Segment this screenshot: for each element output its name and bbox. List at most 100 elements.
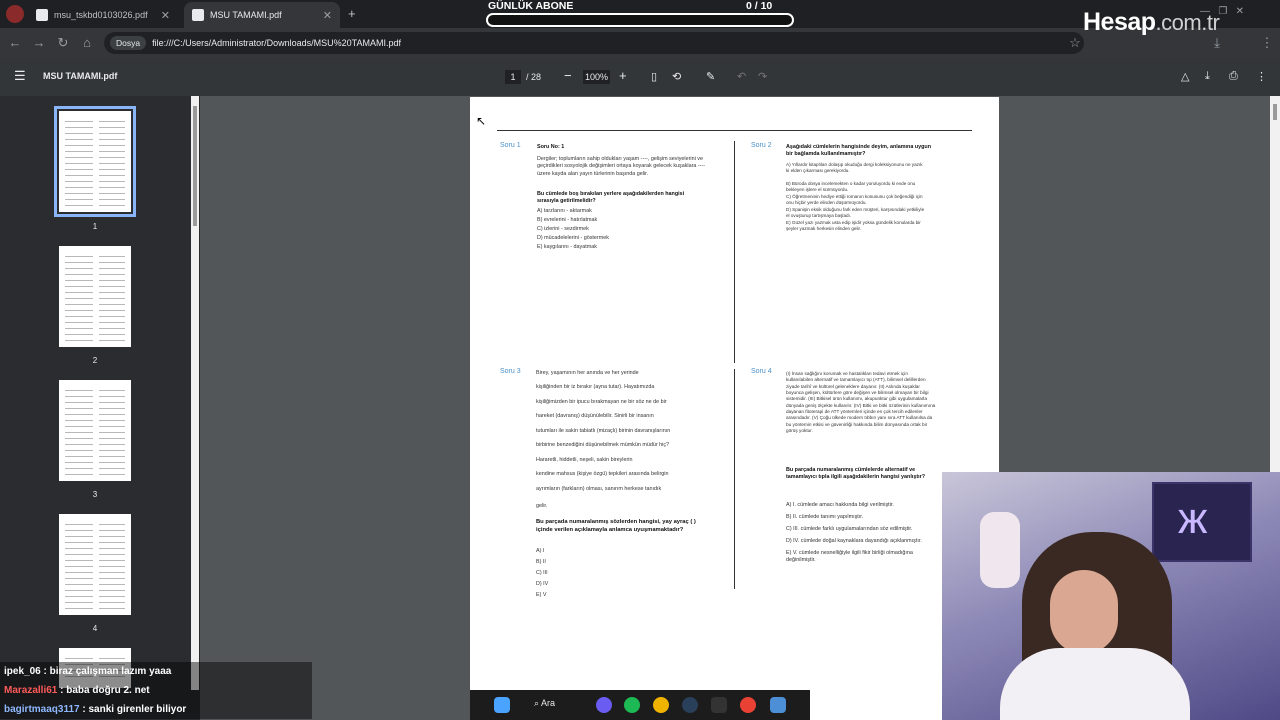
star-icon[interactable]: ☆ (1066, 34, 1084, 52)
thumbnail-text-line (65, 554, 93, 555)
thumbnail-text-line (99, 462, 125, 463)
thumbnail-page[interactable] (59, 380, 131, 481)
thumbnail-text-line (65, 268, 93, 269)
option-d: D) Spanişin eksik olduğunu fark eden müş… (786, 207, 925, 219)
thumbnail-text-line (65, 256, 93, 257)
reload-icon[interactable]: ↻ (54, 34, 72, 52)
spotify-icon[interactable] (624, 697, 640, 713)
print-icon[interactable]: ⎙ (1229, 70, 1238, 83)
thumbnail-text-line (99, 602, 125, 603)
thumbnail-text-line (99, 304, 125, 305)
steam-icon[interactable] (682, 697, 698, 713)
thumbnail-text-line (99, 274, 125, 275)
thumbnail-text-line (99, 396, 125, 397)
back-icon[interactable]: ← (6, 34, 24, 52)
thumbnail-text-line (65, 133, 93, 134)
rotate-icon[interactable]: ⟲ (672, 70, 681, 83)
thumbnail-text-line (65, 292, 93, 293)
question-header: Soru No: 1 (537, 144, 565, 150)
zoom-out-button[interactable]: − (564, 68, 572, 83)
person-face (1050, 570, 1118, 654)
thumbnail-text-line (99, 402, 125, 403)
menu-icon[interactable]: ☰ (14, 68, 26, 84)
main-scroll-thumb[interactable] (1273, 104, 1277, 120)
taskbar: ⌕ Ara (470, 690, 810, 720)
thumbnail-number: 1 (92, 222, 98, 231)
home-icon[interactable]: ⌂ (78, 34, 96, 52)
discord-icon[interactable] (596, 697, 612, 713)
download-icon[interactable]: ⤓ (1205, 70, 1210, 83)
more-icon[interactable]: ⋮ (1256, 70, 1267, 83)
thumbnail-text-line (65, 590, 93, 591)
page-input[interactable]: 1 (505, 70, 521, 84)
thumbnail-text-line (65, 169, 93, 170)
chat-user: ipek_06 (4, 666, 41, 677)
thumbnail-page[interactable] (59, 246, 131, 347)
thumbnail-text-line (65, 426, 93, 427)
option-b: B) evrelerini - hatırlatmak (537, 217, 598, 223)
fit-page-icon[interactable]: ▯ (651, 70, 657, 83)
thumbnail-text-line (65, 548, 93, 549)
tab-active[interactable]: MSU TAMAMI.pdf ✕ (184, 2, 340, 28)
forward-icon[interactable]: → (30, 34, 48, 52)
chrome-icon[interactable] (653, 697, 669, 713)
option-e: E) Güzel yazı yazmak usta edip işidir yo… (786, 220, 921, 232)
thumbnail-text-line (65, 193, 93, 194)
url-text[interactable]: file:///C:/Users/Administrator/Downloads… (152, 38, 401, 48)
app-icon[interactable] (711, 697, 727, 713)
thumbnail-text-line (65, 396, 93, 397)
thumbnail-text-line (65, 304, 93, 305)
thumbnail-text-line (99, 139, 125, 140)
thumbnail-text-line (65, 432, 93, 433)
webcam-feed: ж (942, 472, 1280, 720)
thumbnail-text-line (99, 316, 125, 317)
annotate-icon[interactable]: ✎ (706, 70, 715, 83)
thumbnail-text-line (65, 578, 93, 579)
paragraph-line: birbirine benzediğini düşünebilmek mümkü… (536, 442, 670, 448)
thumbnail-text-line (99, 133, 125, 134)
butterfly-icon: ж (1178, 494, 1208, 543)
close-icon[interactable]: ✕ (161, 9, 170, 22)
thumbnail-text-line (65, 572, 93, 573)
thumbnail-text-line (99, 286, 125, 287)
main-scrollbar[interactable] (1270, 96, 1280, 472)
thumbnail-text-line (65, 584, 93, 585)
thumbnail-page[interactable] (59, 514, 131, 615)
sidebar-scroll-thumb[interactable] (193, 106, 197, 226)
tab-inactive[interactable]: msu_tskbd0103026.pdf ✕ (28, 2, 178, 28)
chrome-active-icon[interactable] (740, 697, 756, 713)
thumbnail-text-line (65, 274, 93, 275)
undo-icon[interactable]: ↶ (737, 70, 746, 83)
zoom-input[interactable]: 100% (583, 70, 610, 84)
profile-icon[interactable] (6, 5, 24, 23)
thumbnail-text-line (65, 456, 93, 457)
menu-dots-icon[interactable]: ⋮ (1258, 34, 1276, 52)
thumbnail-text-line (65, 181, 93, 182)
thumbnail-text-line (99, 193, 125, 194)
chat-message: ipek_06 : biraz çalışman lazım yaaa (0, 662, 312, 681)
close-icon[interactable]: ✕ (323, 9, 332, 22)
thumbnail-text-line (65, 334, 93, 335)
thumbnail-text-line (65, 280, 93, 281)
thumbnail-number: 4 (92, 624, 98, 633)
thumbnail-text-line (65, 316, 93, 317)
pdf-title: MSU TAMAMI.pdf (43, 71, 118, 81)
new-tab-button[interactable]: + (348, 6, 356, 21)
thumbnail-page[interactable] (54, 106, 136, 217)
redo-icon[interactable]: ↷ (758, 70, 767, 83)
windows-start-icon[interactable] (494, 697, 510, 713)
omnibox[interactable]: Dosya file:///C:/Users/Administrator/Dow… (104, 32, 1084, 54)
page-total: / 28 (526, 72, 542, 82)
save-drive-icon[interactable]: △ (1181, 70, 1189, 83)
photos-icon[interactable] (770, 697, 786, 713)
thumbnail-text-line (65, 121, 93, 122)
file-chip[interactable]: Dosya (110, 36, 147, 50)
zoom-in-button[interactable]: + (619, 68, 627, 83)
thumbnail-text-line (99, 578, 125, 579)
thumbnail-text-line (99, 596, 125, 597)
thumbnail-text-line (99, 169, 125, 170)
thumbnail-text-line (65, 163, 93, 164)
search-button[interactable]: ⌕ Ara (534, 698, 555, 709)
paragraph-line: hareket (davranış) düşünülebilir. Sinirl… (536, 413, 654, 419)
thumbnail-text-line (65, 596, 93, 597)
